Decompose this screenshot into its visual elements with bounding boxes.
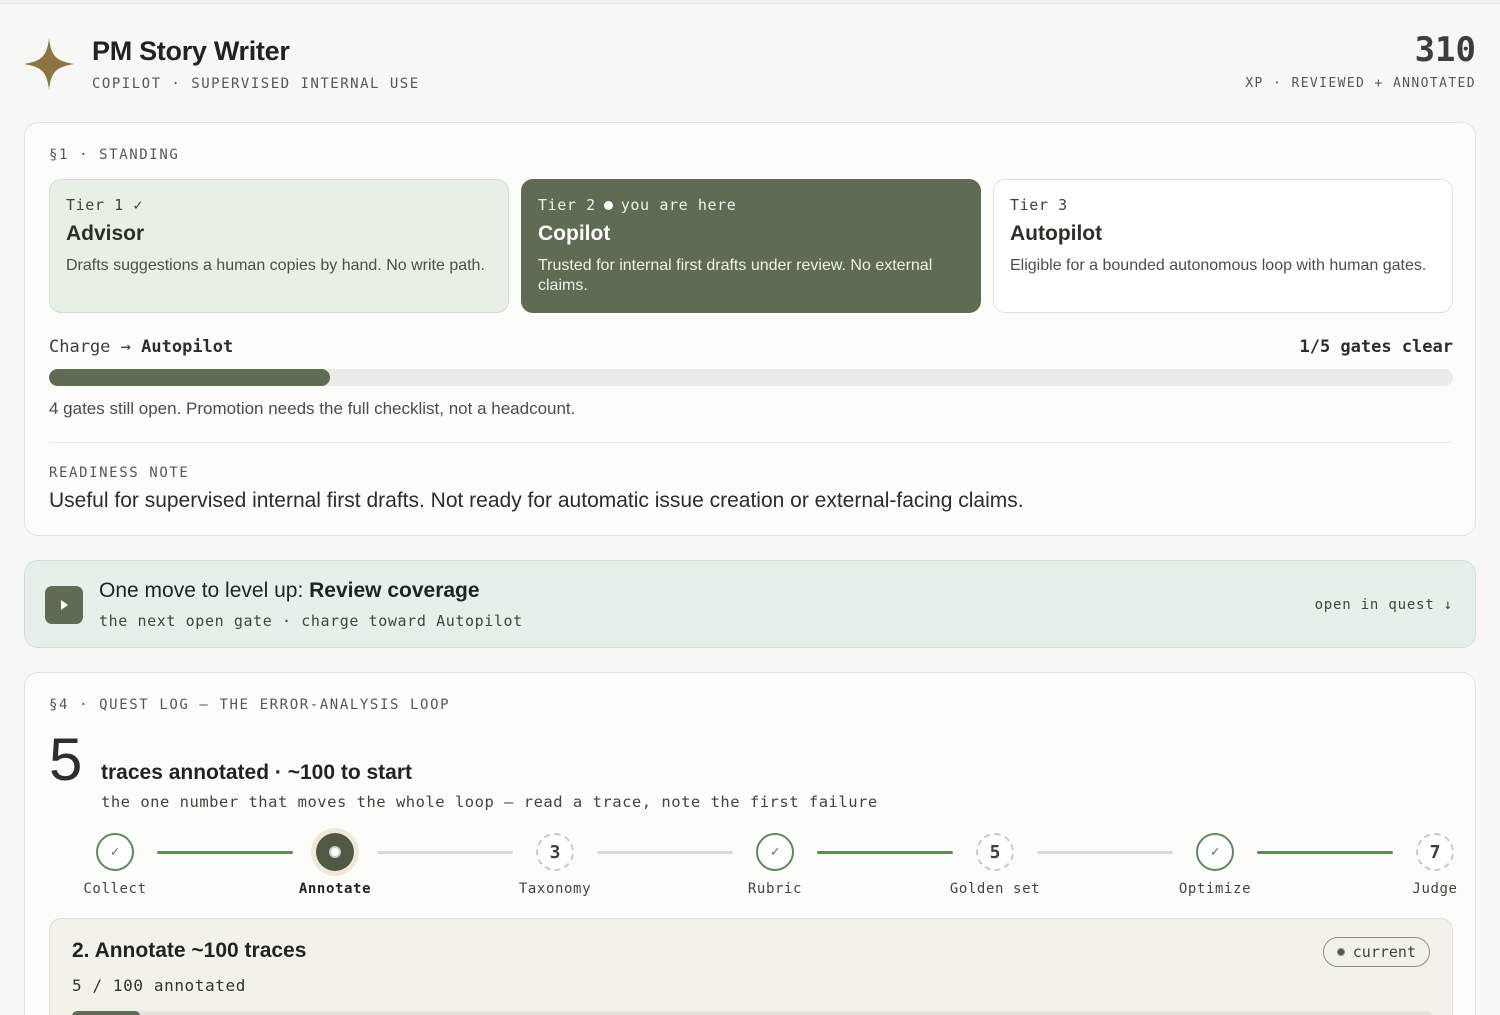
tier-name: Advisor (66, 222, 145, 245)
level-up-subtitle: the next open gate · charge toward Autop… (99, 612, 523, 630)
current-step-icon (316, 833, 354, 871)
step-label: Golden set (949, 881, 1041, 897)
current-dot-icon (329, 846, 341, 858)
tier-card-advisor[interactable]: Tier 1 ✓ Advisor Drafts suggestions a hu… (49, 179, 509, 313)
gates-clear-count: 1/5 gates clear (1299, 337, 1453, 357)
step-optimize[interactable]: ✓ Optimize (1155, 833, 1275, 897)
current-step-panel: 2. Annotate ~100 traces 5 / 100 annotate… (49, 918, 1453, 1015)
step-taxonomy[interactable]: 3 Taxonomy (495, 833, 615, 897)
tier-head: Tier 3 (1010, 196, 1068, 214)
xp-label: XP · REVIEWED + ANNOTATED (1245, 76, 1476, 91)
step-number: 7 (1416, 833, 1454, 871)
level-up-banner: One move to level up: Review coverage th… (24, 560, 1476, 648)
readiness-text: Useful for supervised internal first dra… (49, 489, 1024, 512)
tier-head-label: Tier 2 (538, 196, 596, 214)
gates-note: 4 gates still open. Promotion needs the … (49, 399, 576, 418)
quest-subtitle: the one number that moves the whole loop… (101, 793, 878, 811)
step-connector (817, 851, 953, 854)
app-header: PM Story Writer COPILOT · SUPERVISED INT… (24, 30, 1476, 100)
step-connector (1037, 851, 1173, 854)
tier-card-autopilot[interactable]: Tier 3 Autopilot Eligible for a bounded … (993, 179, 1453, 313)
step-judge[interactable]: 7 Judge (1375, 833, 1495, 897)
check-icon: ✓ (1196, 833, 1234, 871)
quest-log-card: §4 · QUEST LOG — THE ERROR-ANALYSIS LOOP… (24, 672, 1476, 1015)
step-annotate[interactable]: Annotate (275, 833, 395, 897)
charge-prefix: Charge → (49, 337, 131, 357)
tier-description: Eligible for a bounded autonomous loop w… (1010, 257, 1427, 274)
readiness-label: READINESS NOTE (49, 465, 190, 481)
step-panel-title: 2. Annotate ~100 traces (72, 939, 307, 962)
annotated-count: 5 / 100 annotated (72, 976, 246, 995)
level-up-target: Review coverage (309, 579, 480, 602)
charge-row: Charge → Autopilot 1/5 gates clear (49, 337, 1453, 361)
quest-title: traces annotated · ~100 to start (101, 761, 413, 784)
step-number: 5 (976, 833, 1014, 871)
open-in-quest-link[interactable]: open in quest ↓ (1315, 597, 1453, 613)
tier-description: Trusted for internal first drafts under … (538, 257, 933, 294)
play-icon (61, 600, 68, 610)
four-point-star-icon (24, 38, 74, 90)
current-badge: current (1322, 937, 1430, 967)
step-rubric[interactable]: ✓ Rubric (715, 833, 835, 897)
current-dot-icon (603, 200, 613, 210)
tier-name: Autopilot (1010, 222, 1103, 245)
charge-target: Autopilot (141, 337, 234, 357)
step-label: Judge (1412, 881, 1458, 897)
gates-progress-fill (49, 369, 330, 386)
app-title: PM Story Writer (92, 36, 290, 66)
step-connector (377, 851, 513, 854)
badge-dot-icon (1336, 948, 1345, 956)
tier-head: Tier 2 you are here (538, 196, 964, 214)
level-up-prefix: One move to level up: (99, 579, 310, 602)
step-connector (597, 851, 733, 854)
section-label-quest: §4 · QUEST LOG — THE ERROR-ANALYSIS LOOP (49, 697, 451, 713)
charge-label: Charge → Autopilot (49, 337, 233, 357)
xp-value: 310 (1414, 30, 1476, 70)
traces-count: 5 (49, 726, 83, 793)
step-label: Optimize (1178, 881, 1252, 897)
play-button[interactable] (45, 586, 83, 624)
step-connector (1257, 851, 1393, 854)
divider (49, 442, 1453, 443)
tier-head: Tier 1 ✓ (66, 196, 144, 214)
annotation-progress-bar (72, 1011, 1432, 1015)
step-connector (157, 851, 293, 854)
level-up-title: One move to level up: Review coverage (99, 579, 480, 603)
step-label: Collect (83, 881, 147, 897)
tier-description: Drafts suggestions a human copies by han… (66, 257, 485, 274)
section-label-standing: §1 · STANDING (49, 147, 180, 163)
gates-progress-bar (49, 369, 1453, 386)
tier-list: Tier 1 ✓ Advisor Drafts suggestions a hu… (49, 179, 1453, 313)
annotation-progress-fill (72, 1011, 140, 1015)
step-label: Annotate (298, 881, 372, 897)
top-border (0, 0, 1500, 4)
you-are-here-label: you are here (620, 196, 737, 214)
standing-card: §1 · STANDING Tier 1 ✓ Advisor Drafts su… (24, 122, 1476, 536)
loop-stepper: ✓ Collect Annotate 3 Taxonomy ✓ Rubric 5 Golden … (49, 833, 1457, 903)
badge-label: current (1352, 943, 1416, 961)
check-icon: ✓ (756, 833, 794, 871)
step-collect[interactable]: ✓ Collect (55, 833, 175, 897)
step-label: Rubric (747, 881, 803, 897)
tier-name: Copilot (538, 222, 611, 245)
step-label: Taxonomy (518, 881, 592, 897)
app-subtitle: COPILOT · SUPERVISED INTERNAL USE (92, 76, 420, 92)
step-number: 3 (536, 833, 574, 871)
tier-card-copilot[interactable]: Tier 2 you are here Copilot Trusted for … (521, 179, 981, 313)
check-icon: ✓ (96, 833, 134, 871)
step-golden-set[interactable]: 5 Golden set (935, 833, 1055, 897)
